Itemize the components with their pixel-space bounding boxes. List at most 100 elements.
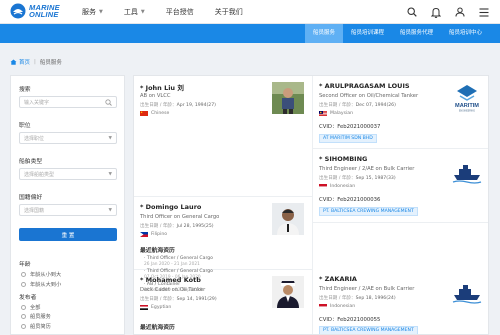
- search-icon[interactable]: [406, 6, 418, 18]
- birth-label: 出生日期 / 年龄：: [140, 224, 177, 229]
- crew-birth: 出生日期 / 年龄：Jul 28, 1995(25): [140, 223, 214, 229]
- ship-logo: [451, 155, 483, 187]
- chevron-down-icon: ▼: [99, 9, 103, 15]
- filter-sidebar: 搜索 输入关键字 职位 选择职位 ▼ 船舶类型 选择船舶类型 ▼ 国籍偏好 选择…: [10, 75, 125, 335]
- menu-icon[interactable]: [478, 6, 490, 18]
- china-flag-icon: [140, 111, 148, 116]
- experience-item: · Third Officer / General Cargo 26 Jan 20…: [144, 256, 213, 267]
- radio-circle: [21, 272, 26, 277]
- crew-birth: 出生日期 / 年龄：Sep 14, 1991(29): [140, 296, 217, 302]
- crew-nationality: Filipino: [140, 232, 167, 237]
- nav-services[interactable]: 服务 ▼: [82, 7, 103, 17]
- experience-role: Third Officer / General Cargo: [146, 256, 213, 261]
- tab-crew-training-center[interactable]: 船员培训中心: [441, 24, 490, 43]
- crew-birth: 出生日期 / 年龄：Sep 18, 1996(24): [319, 295, 396, 301]
- logo-text-sub: ENGINEERING: [459, 111, 475, 113]
- ship-type-select[interactable]: 选择船舶类型 ▼: [19, 168, 117, 180]
- reset-button[interactable]: 重 置: [19, 228, 117, 241]
- nationality-select[interactable]: 选择国籍 ▼: [19, 204, 117, 216]
- ship-logo: [451, 275, 483, 307]
- publisher-all-label: 全部: [30, 304, 41, 311]
- nav-credit[interactable]: 平台授信: [166, 7, 194, 17]
- crew-cvid: CVID：Feb2021000036: [319, 197, 381, 203]
- logo-text-main: MARITIM: [455, 103, 479, 109]
- crew-card[interactable]: * ARULPRAGASAM LOUIS Second Officer on O…: [313, 76, 488, 148]
- nationality-value: Filipino: [151, 232, 168, 237]
- crew-card[interactable]: * John Liu 刘 AB on VLCC 出生日期 / 年龄：Apr 19…: [134, 76, 310, 196]
- brand-line2: ONLINE: [29, 10, 59, 19]
- publisher-resume-label: 船员简历: [30, 323, 51, 330]
- search-icon[interactable]: [105, 98, 112, 106]
- position-select[interactable]: 选择职位 ▼: [19, 132, 117, 144]
- person-photo: [272, 276, 304, 308]
- sub-nav-tabs: 船员服务 船员培训课程 船员服务代理 船员培训中心: [304, 24, 490, 43]
- age-sort-asc-radio[interactable]: 年龄从小到大: [21, 271, 116, 278]
- top-bar: MARINE ONLINE 服务 ▼ 工具 ▼ 平台授信 关于我们: [0, 0, 500, 24]
- main-nav: 服务 ▼ 工具 ▼ 平台授信 关于我们: [82, 0, 264, 24]
- age-sort-desc-radio[interactable]: 年龄从大到小: [21, 281, 116, 288]
- crew-card[interactable]: * ZAKARIA Third Engineer / 2/AE on Bulk …: [313, 223, 488, 334]
- tab-crew-service-agent[interactable]: 船员服务代理: [392, 24, 441, 43]
- crew-card[interactable]: * Mohamed Kotb Deck Cadet on Oil Tanker …: [134, 270, 310, 334]
- nav-about[interactable]: 关于我们: [215, 7, 243, 17]
- birth-value: Sep 15, 1987(33): [355, 176, 396, 181]
- nav-services-label: 服务: [82, 8, 96, 16]
- crew-birth: 出生日期 / 年龄：Apr 19, 1994(27): [140, 102, 216, 108]
- egypt-flag-icon: [140, 305, 148, 310]
- nav-tools[interactable]: 工具 ▼: [124, 7, 145, 17]
- breadcrumb-home-label: 首页: [19, 60, 31, 66]
- search-input[interactable]: 输入关键字: [19, 96, 117, 108]
- crew-name: * ZAKARIA: [319, 275, 357, 283]
- company-badge[interactable]: PT. BALTICSEA CREWING MANAGEMENT: [319, 207, 418, 216]
- ship-type-placeholder: 选择船舶类型: [24, 171, 55, 178]
- company-logo: MARITIM ENGINEERING: [451, 82, 483, 114]
- birth-label: 出生日期 / 年龄：: [319, 296, 356, 301]
- nationality-value: Indonesian: [330, 304, 356, 309]
- crew-title: Third Officer on General Cargo: [140, 214, 220, 220]
- crew-list: * John Liu 刘 AB on VLCC 出生日期 / 年龄：Apr 19…: [133, 75, 489, 335]
- person-photo: [272, 82, 304, 114]
- birth-label: 出生日期 / 年龄：: [319, 103, 356, 108]
- crew-title: Third Engineer / 2/AE on Bulk Carrier: [319, 166, 415, 172]
- indonesia-flag-icon: [319, 304, 327, 309]
- age-sort-label: 年龄: [19, 262, 31, 268]
- chevron-down-icon: ▼: [140, 9, 145, 15]
- publisher-label: 发布者: [19, 294, 37, 301]
- tab-crew-service[interactable]: 船员服务: [304, 24, 343, 43]
- brand-logo[interactable]: MARINE ONLINE: [10, 3, 60, 19]
- bell-icon[interactable]: [430, 6, 442, 18]
- nav-about-label: 关于我们: [214, 8, 243, 16]
- publisher-all-radio[interactable]: 全部: [21, 304, 116, 311]
- nationality-value: Malaysian: [330, 111, 353, 116]
- nationality-value: Egyptian: [151, 305, 172, 310]
- company-badge[interactable]: AT MARITIM SDN BHD: [319, 134, 377, 143]
- publisher-service-radio[interactable]: 船员服务: [21, 313, 116, 320]
- home-icon: [10, 59, 17, 65]
- nav-tools-label: 工具: [123, 8, 138, 16]
- company-badge[interactable]: PT. BALTICSEA CREWING MANAGEMENT: [319, 326, 418, 334]
- publisher-resume-radio[interactable]: 船员简历: [21, 323, 116, 330]
- nationality-label: 国籍偏好: [19, 195, 43, 201]
- chevron-down-icon: ▼: [108, 135, 112, 141]
- radio-circle: [21, 304, 26, 310]
- person-photo: [272, 203, 304, 235]
- chevron-down-icon: ▼: [108, 207, 112, 213]
- nationality-value: Chinese: [151, 111, 170, 116]
- birth-label: 出生日期 / 年龄：: [319, 176, 356, 181]
- crew-nationality: Indonesian: [319, 304, 355, 309]
- tab-crew-training-courses[interactable]: 船员培训课程: [343, 24, 392, 43]
- crew-card[interactable]: * SIHOMBING Third Engineer / 2/AE on Bul…: [313, 149, 488, 222]
- breadcrumb-home[interactable]: 首页: [10, 58, 30, 66]
- breadcrumb: 首页 | 船员服务: [10, 58, 62, 66]
- sub-nav-bar: 船员服务 船员培训课程 船员服务代理 船员培训中心: [0, 24, 500, 43]
- crew-title: Deck Cadet on Oil Tanker: [140, 287, 206, 293]
- ship-type-label: 船舶类型: [19, 159, 43, 165]
- crew-name: * John Liu 刘: [140, 84, 184, 92]
- experience-dates: 26 Jan 2020 - 21 Jan 2021: [144, 262, 200, 267]
- crew-name: * Mohamed Kotb: [140, 276, 201, 284]
- crew-name: * Domingo Lauro: [140, 203, 202, 211]
- user-icon[interactable]: [454, 6, 466, 18]
- experience-heading: 最近航海资历: [140, 248, 175, 254]
- crew-birth: 出生日期 / 年龄：Dec 07, 1994(26): [319, 102, 396, 108]
- birth-label: 出生日期 / 年龄：: [140, 103, 177, 108]
